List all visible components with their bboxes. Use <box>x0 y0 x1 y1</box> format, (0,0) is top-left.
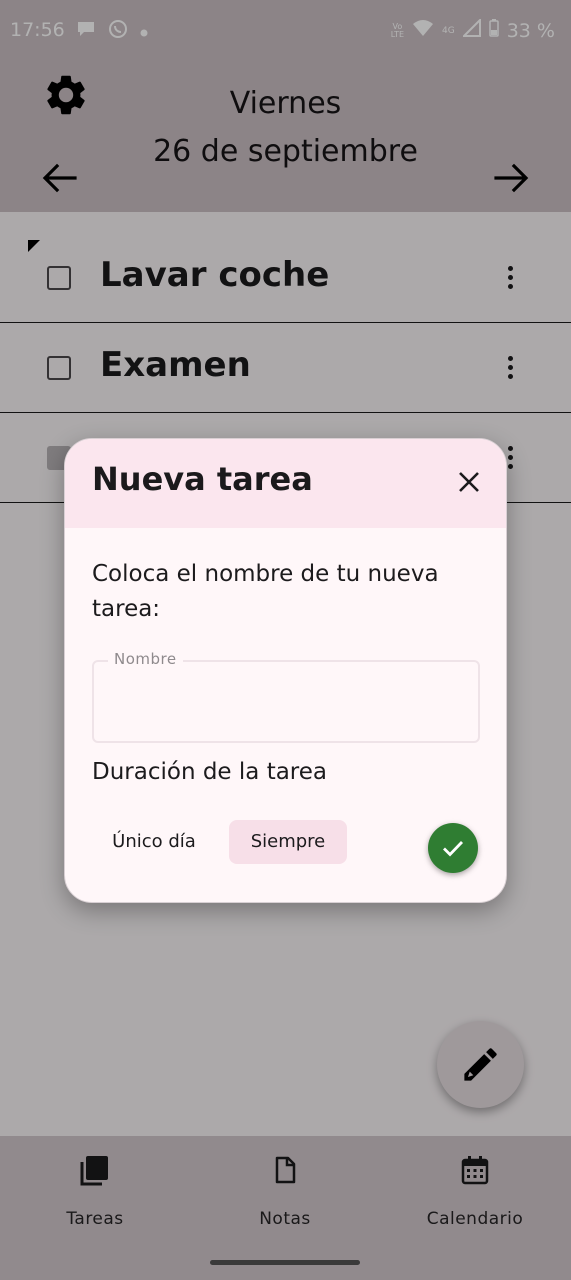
dialog-prompt: Coloca el nombre de tu nueva tarea: <box>92 561 439 622</box>
task-name-field[interactable]: Nombre <box>92 650 480 743</box>
option-unico-dia[interactable]: Único día <box>93 820 215 864</box>
close-icon[interactable] <box>457 470 481 494</box>
option-siempre[interactable]: Siempre <box>229 820 347 864</box>
check-icon <box>443 841 464 857</box>
home-indicator[interactable] <box>210 1260 360 1265</box>
new-task-dialog: Nueva tarea Coloca el nombre de tu nueva… <box>64 438 507 903</box>
dialog-header: Nueva tarea <box>65 439 506 528</box>
confirm-button[interactable] <box>428 823 478 873</box>
task-name-input[interactable] <box>94 662 478 741</box>
dialog-title: Nueva tarea <box>92 460 313 498</box>
duration-label: Duración de la tarea <box>92 759 327 785</box>
